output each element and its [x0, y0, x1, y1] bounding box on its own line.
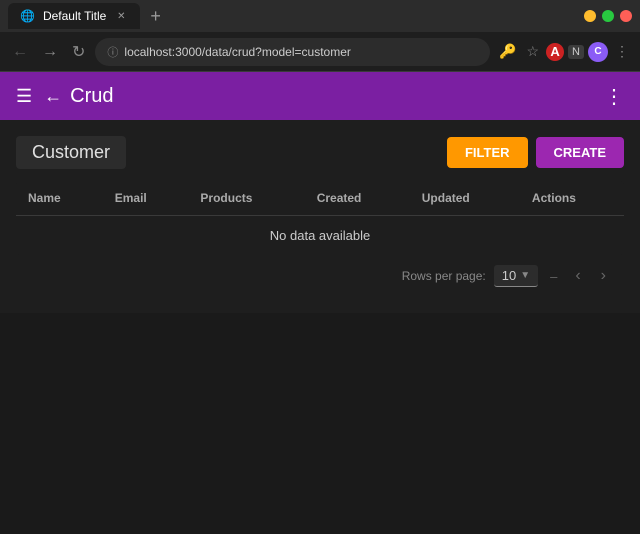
main-content: Customer FILTER CReATE Name Email Produc… [0, 120, 640, 313]
rows-per-page-select[interactable]: 10 ▼ [494, 265, 538, 287]
rows-per-page-value: 10 [502, 268, 516, 283]
tab-favicon: 🌐 [20, 9, 35, 23]
col-name: Name [16, 181, 103, 216]
page-info: – [546, 269, 561, 284]
browser-menu-icon[interactable]: ⋮ [612, 40, 632, 63]
page-header: Customer FILTER CReATE [16, 136, 624, 169]
app-back-icon[interactable]: ← [44, 86, 62, 107]
pagination: Rows per page: 10 ▼ – ‹ › [16, 255, 624, 297]
address-bar-icon: ⓘ [107, 44, 118, 60]
next-page-button[interactable]: › [595, 265, 612, 287]
close-button[interactable] [620, 10, 632, 22]
col-created: Created [305, 181, 410, 216]
tab-title: Default Title [43, 9, 106, 23]
tab-close-button[interactable]: ✕ [114, 9, 128, 23]
col-updated: Updated [410, 181, 520, 216]
app-more-icon[interactable]: ⋮ [604, 84, 624, 109]
no-data-message: No data available [16, 216, 624, 256]
extension-icon-2[interactable]: N [568, 45, 584, 59]
empty-row: No data available [16, 216, 624, 256]
address-bar[interactable]: ⓘ localhost:3000/data/crud?model=custome… [95, 38, 490, 66]
filter-button[interactable]: FILTER [447, 137, 528, 168]
page-title: Customer [16, 136, 126, 169]
back-button[interactable]: ← [8, 39, 32, 65]
menu-icon[interactable]: ☰ [16, 86, 32, 107]
table-wrapper: Name Email Products Created Updated Acti… [16, 181, 624, 255]
col-email: Email [103, 181, 189, 216]
user-avatar[interactable]: C [588, 42, 608, 62]
rows-chevron-icon: ▼ [520, 270, 530, 281]
prev-page-button[interactable]: ‹ [569, 265, 586, 287]
header-actions: FILTER CReATE [447, 137, 624, 168]
minimize-button[interactable] [584, 10, 596, 22]
app-bar: ☰ ← Crud ⋮ [0, 72, 640, 120]
table-header-row: Name Email Products Created Updated Acti… [16, 181, 624, 216]
extension-icon-1[interactable]: A [546, 43, 564, 61]
create-button[interactable]: CReATE [536, 137, 624, 168]
refresh-button[interactable]: ↻ [68, 38, 89, 66]
forward-button[interactable]: → [38, 39, 62, 65]
active-tab[interactable]: 🌐 Default Title ✕ [8, 3, 140, 29]
col-products: Products [188, 181, 304, 216]
app-title: Crud [70, 85, 604, 108]
maximize-button[interactable] [602, 10, 614, 22]
bookmark-icon[interactable]: ☆ [523, 40, 542, 63]
data-table: Name Email Products Created Updated Acti… [16, 181, 624, 255]
col-actions: Actions [520, 181, 624, 216]
new-tab-button[interactable]: + [144, 4, 167, 29]
rows-per-page-label: Rows per page: [402, 269, 486, 283]
address-text: localhost:3000/data/crud?model=customer [124, 45, 478, 59]
lock-icon[interactable]: 🔑 [496, 40, 519, 63]
